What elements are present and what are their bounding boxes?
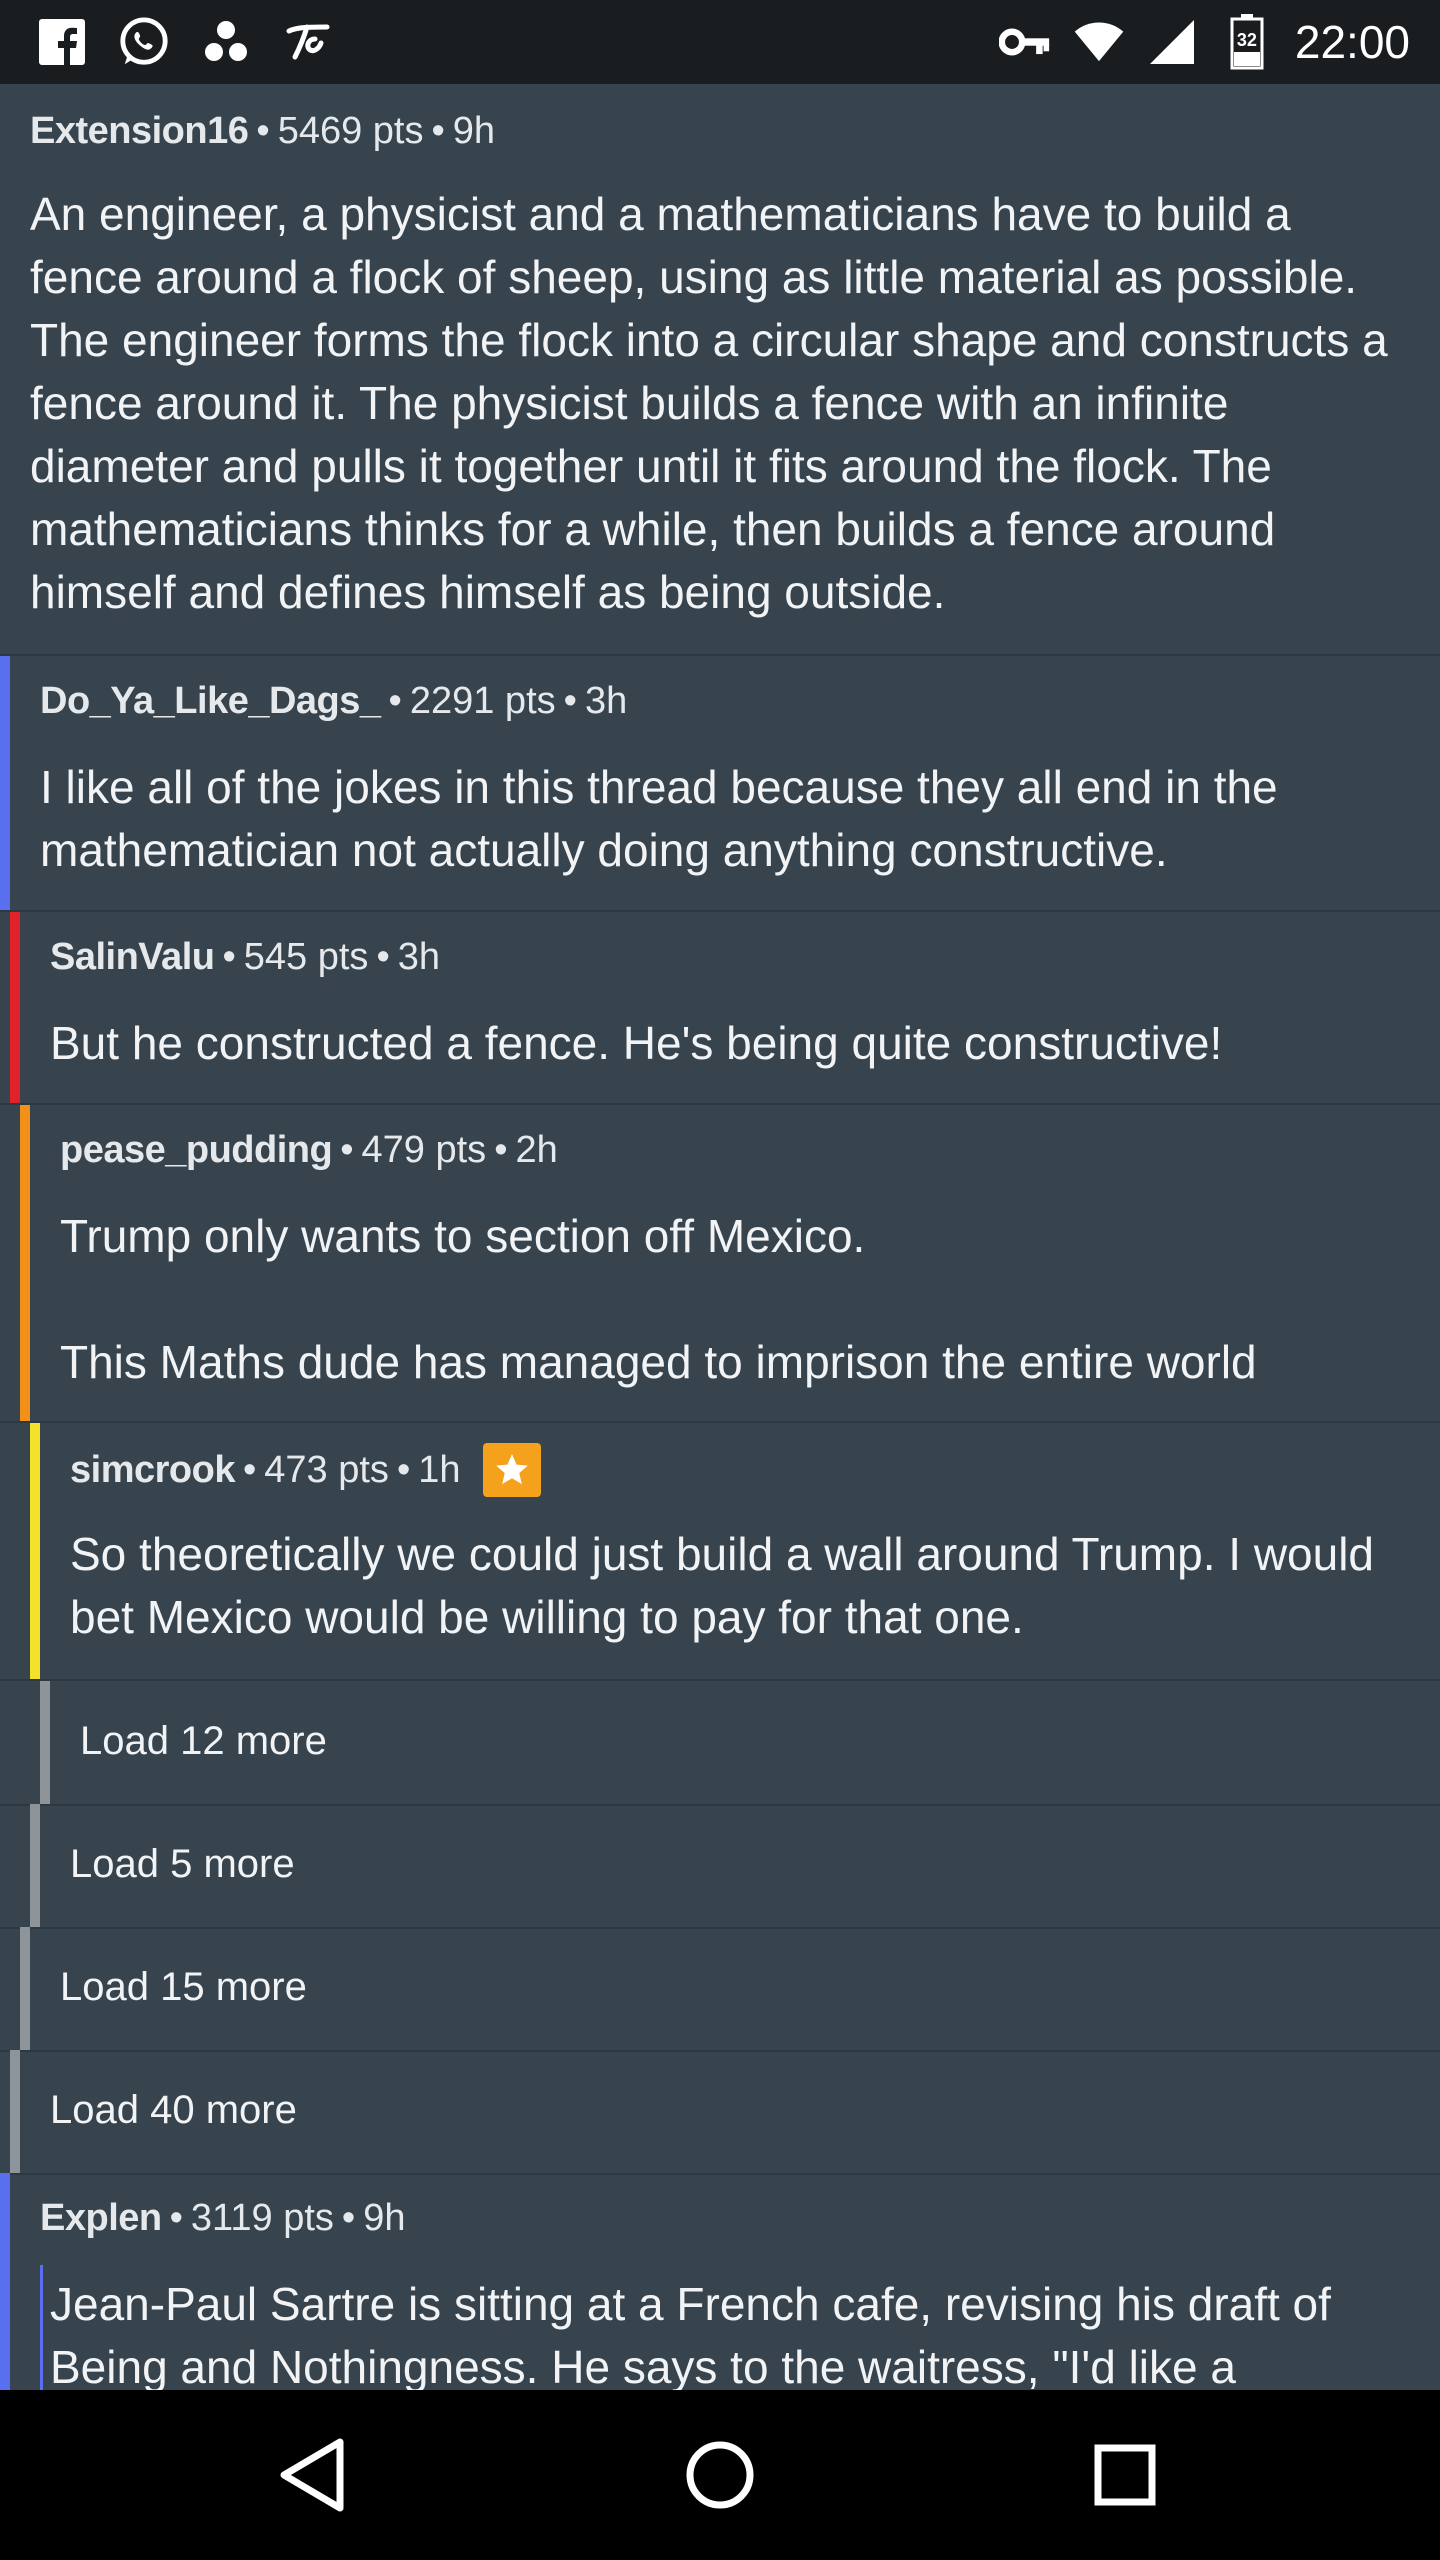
meta-separator: •: [431, 110, 445, 152]
depth-indicator: [10, 2050, 20, 2173]
battery-level: 32: [1236, 30, 1257, 50]
comment-age: 9h: [452, 110, 496, 152]
comment-author[interactable]: Do_Ya_Like_Dags_: [40, 680, 381, 723]
depth-indicator: [40, 1681, 50, 1804]
comment-meta: pease_pudding • 479 pts • 2h: [60, 1129, 558, 1172]
comment-points: 5469 pts: [277, 110, 424, 152]
comment-paragraph: Trump only wants to section off Mexico.: [60, 1210, 866, 1262]
comment-author[interactable]: Extension16: [30, 110, 249, 153]
comment-meta: simcrook • 473 pts • 1h: [70, 1443, 541, 1497]
comment-body: An engineer, a physicist and a mathemati…: [30, 188, 1388, 618]
load-more-label[interactable]: Load 12 more: [80, 1719, 327, 1764]
comment-age: 1h: [418, 1448, 461, 1491]
recents-icon[interactable]: [1080, 2430, 1170, 2520]
comment-simcrook[interactable]: simcrook • 473 pts • 1h So theoretically…: [0, 1423, 1440, 1681]
comment-body: But he constructed a fence. He's being q…: [50, 1017, 1223, 1069]
comment-extension16[interactable]: Extension16 • 5469 pts • 9h An engineer,…: [0, 84, 1440, 656]
comment-body: I like all of the jokes in this thread b…: [40, 761, 1278, 876]
clock: 22:00: [1294, 16, 1410, 68]
comment-points: 2291 pts: [409, 680, 556, 722]
comment-age: 3h: [397, 936, 441, 978]
notification-icons: [36, 14, 334, 70]
meta-separator: •: [222, 936, 236, 978]
depth-indicator: [20, 1927, 30, 2050]
comment-body: So theoretically we could just build a w…: [70, 1528, 1375, 1643]
facebook-icon: [36, 16, 88, 68]
comment-pease-pudding[interactable]: pease_pudding • 479 pts • 2h Trump only …: [0, 1105, 1440, 1423]
depth-indicator: [10, 912, 20, 1103]
system-icons: 32 22:00: [998, 12, 1410, 72]
meta-separator: •: [256, 110, 270, 152]
comment-explen[interactable]: Explen • 3119 pts • 9h Jean-Paul Sartre …: [0, 2173, 1440, 2390]
meta-separator: •: [396, 1448, 411, 1491]
comment-age: 9h: [363, 2197, 406, 2239]
meta-separator: •: [340, 1129, 354, 1171]
load-more-label[interactable]: Load 40 more: [50, 2088, 297, 2133]
comment-paragraph: This Maths dude has managed to imprison …: [60, 1336, 1257, 1388]
comment-salinvalu[interactable]: SalinValu • 545 pts • 3h But he construc…: [0, 912, 1440, 1105]
cell-signal-icon: [1147, 16, 1199, 68]
whatsapp-icon: [118, 16, 170, 68]
load-more-label[interactable]: Load 5 more: [70, 1842, 295, 1887]
comment-age: 2h: [515, 1129, 558, 1171]
depth-indicator: [0, 2173, 10, 2390]
depth-indicator: [20, 1105, 30, 1421]
comment-points: 473 pts: [264, 1448, 389, 1491]
meta-separator: •: [169, 2197, 183, 2239]
home-icon[interactable]: [675, 2430, 765, 2520]
tinder-like-app-icon: [282, 16, 334, 68]
wifi-icon: [1073, 16, 1125, 68]
comment-author[interactable]: simcrook: [70, 1449, 235, 1492]
comment-author[interactable]: SalinValu: [50, 936, 215, 979]
meta-separator: •: [242, 1448, 257, 1491]
depth-indicator: [0, 656, 10, 910]
comment-author[interactable]: pease_pudding: [60, 1129, 333, 1172]
comment-age: 3h: [584, 680, 628, 722]
meta-separator: •: [388, 680, 402, 722]
comment-body: Trump only wants to section off Mexico. …: [60, 1205, 1400, 1394]
meta-separator: •: [376, 936, 390, 978]
load-more-row[interactable]: Load 12 more: [0, 1681, 1440, 1806]
vpn-key-icon: [998, 16, 1051, 68]
battery-icon: 32: [1221, 14, 1273, 70]
meta-separator: •: [494, 1129, 508, 1171]
comment-author[interactable]: Explen: [40, 2197, 162, 2240]
comment-body: Jean-Paul Sartre is sitting at a French …: [50, 2278, 1331, 2390]
meta-separator: •: [563, 680, 577, 722]
comment-meta: Do_Ya_Like_Dags_ • 2291 pts • 3h: [40, 680, 627, 723]
load-more-label[interactable]: Load 15 more: [60, 1965, 307, 2010]
load-more-row[interactable]: Load 15 more: [0, 1927, 1440, 2052]
comment-points: 479 pts: [361, 1129, 487, 1171]
load-more-row[interactable]: Load 5 more: [0, 1804, 1440, 1929]
load-more-row[interactable]: Load 40 more: [0, 2050, 1440, 2175]
comment-thread[interactable]: Extension16 • 5469 pts • 9h An engineer,…: [0, 84, 1440, 2390]
comment-do-ya-like-dags[interactable]: Do_Ya_Like_Dags_ • 2291 pts • 3h I like …: [0, 656, 1440, 912]
back-icon[interactable]: [270, 2430, 360, 2520]
depth-indicator: [30, 1423, 40, 1679]
depth-indicator: [30, 1804, 40, 1927]
comment-meta: Explen • 3119 pts • 9h: [40, 2197, 405, 2240]
status-bar: 32 22:00: [0, 0, 1440, 84]
comment-points: 545 pts: [243, 936, 369, 978]
comment-meta: SalinValu • 545 pts • 3h: [50, 936, 440, 979]
gold-star-icon: [482, 1443, 541, 1497]
meta-separator: •: [341, 2197, 356, 2239]
comment-meta: Extension16 • 5469 pts • 9h: [30, 110, 495, 153]
quote-indicator: [40, 2265, 43, 2390]
three-dots-app-icon: [200, 16, 252, 68]
navigation-bar: [0, 2390, 1440, 2560]
comment-points: 3119 pts: [190, 2197, 334, 2239]
